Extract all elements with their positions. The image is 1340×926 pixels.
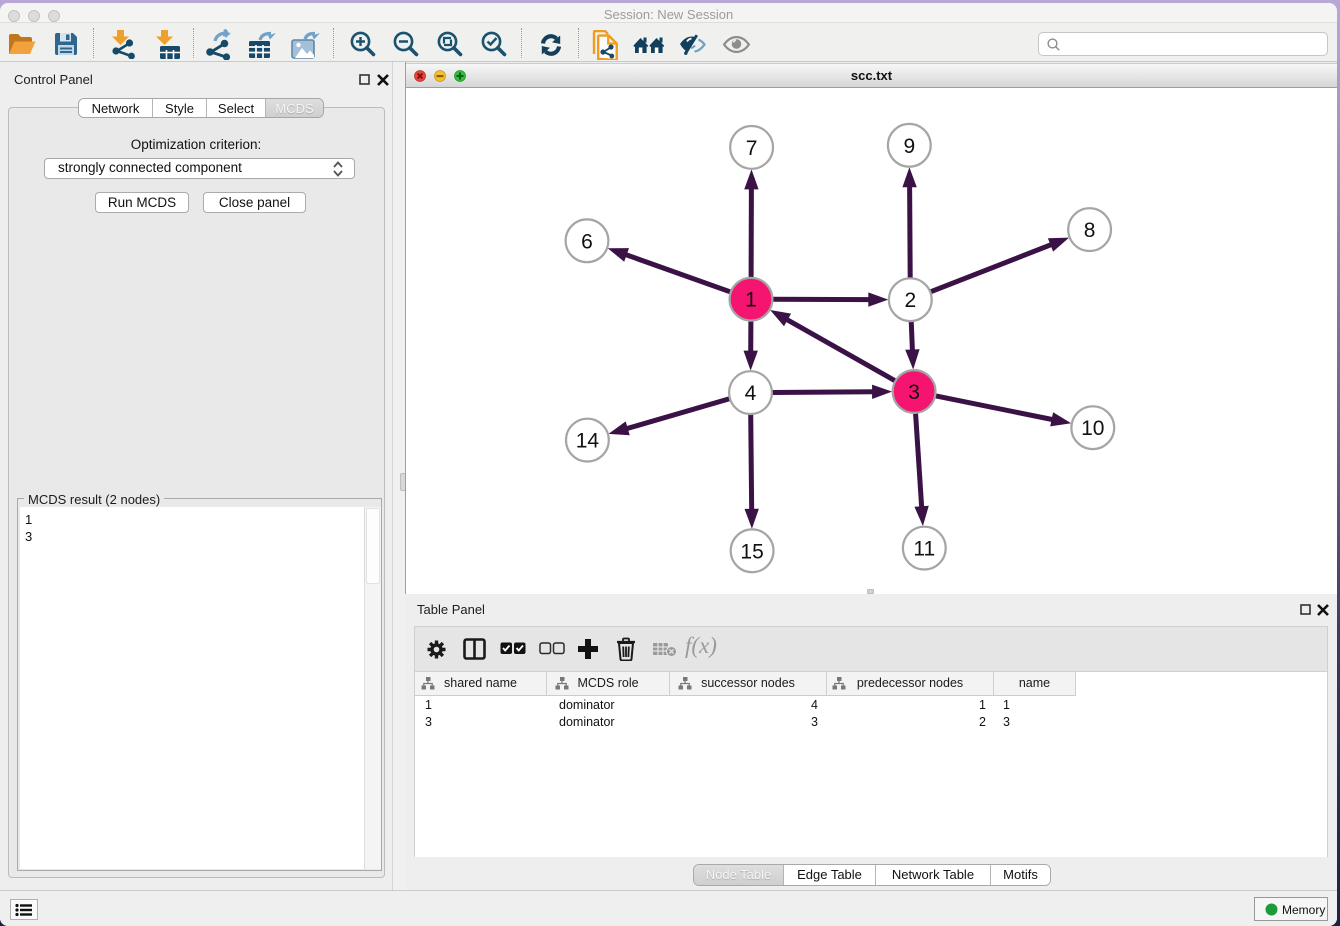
svg-text:2: 2 [904,289,916,312]
svg-text:15: 15 [740,540,763,563]
svg-text:1: 1 [745,289,757,312]
svg-text:10: 10 [1081,417,1104,440]
svg-text:9: 9 [903,135,915,158]
svg-text:4: 4 [745,382,757,405]
svg-text:6: 6 [581,230,593,253]
svg-text:11: 11 [913,538,935,561]
svg-text:8: 8 [1084,219,1096,242]
svg-text:14: 14 [576,430,600,453]
svg-text:7: 7 [746,137,758,160]
svg-text:3: 3 [908,381,920,404]
